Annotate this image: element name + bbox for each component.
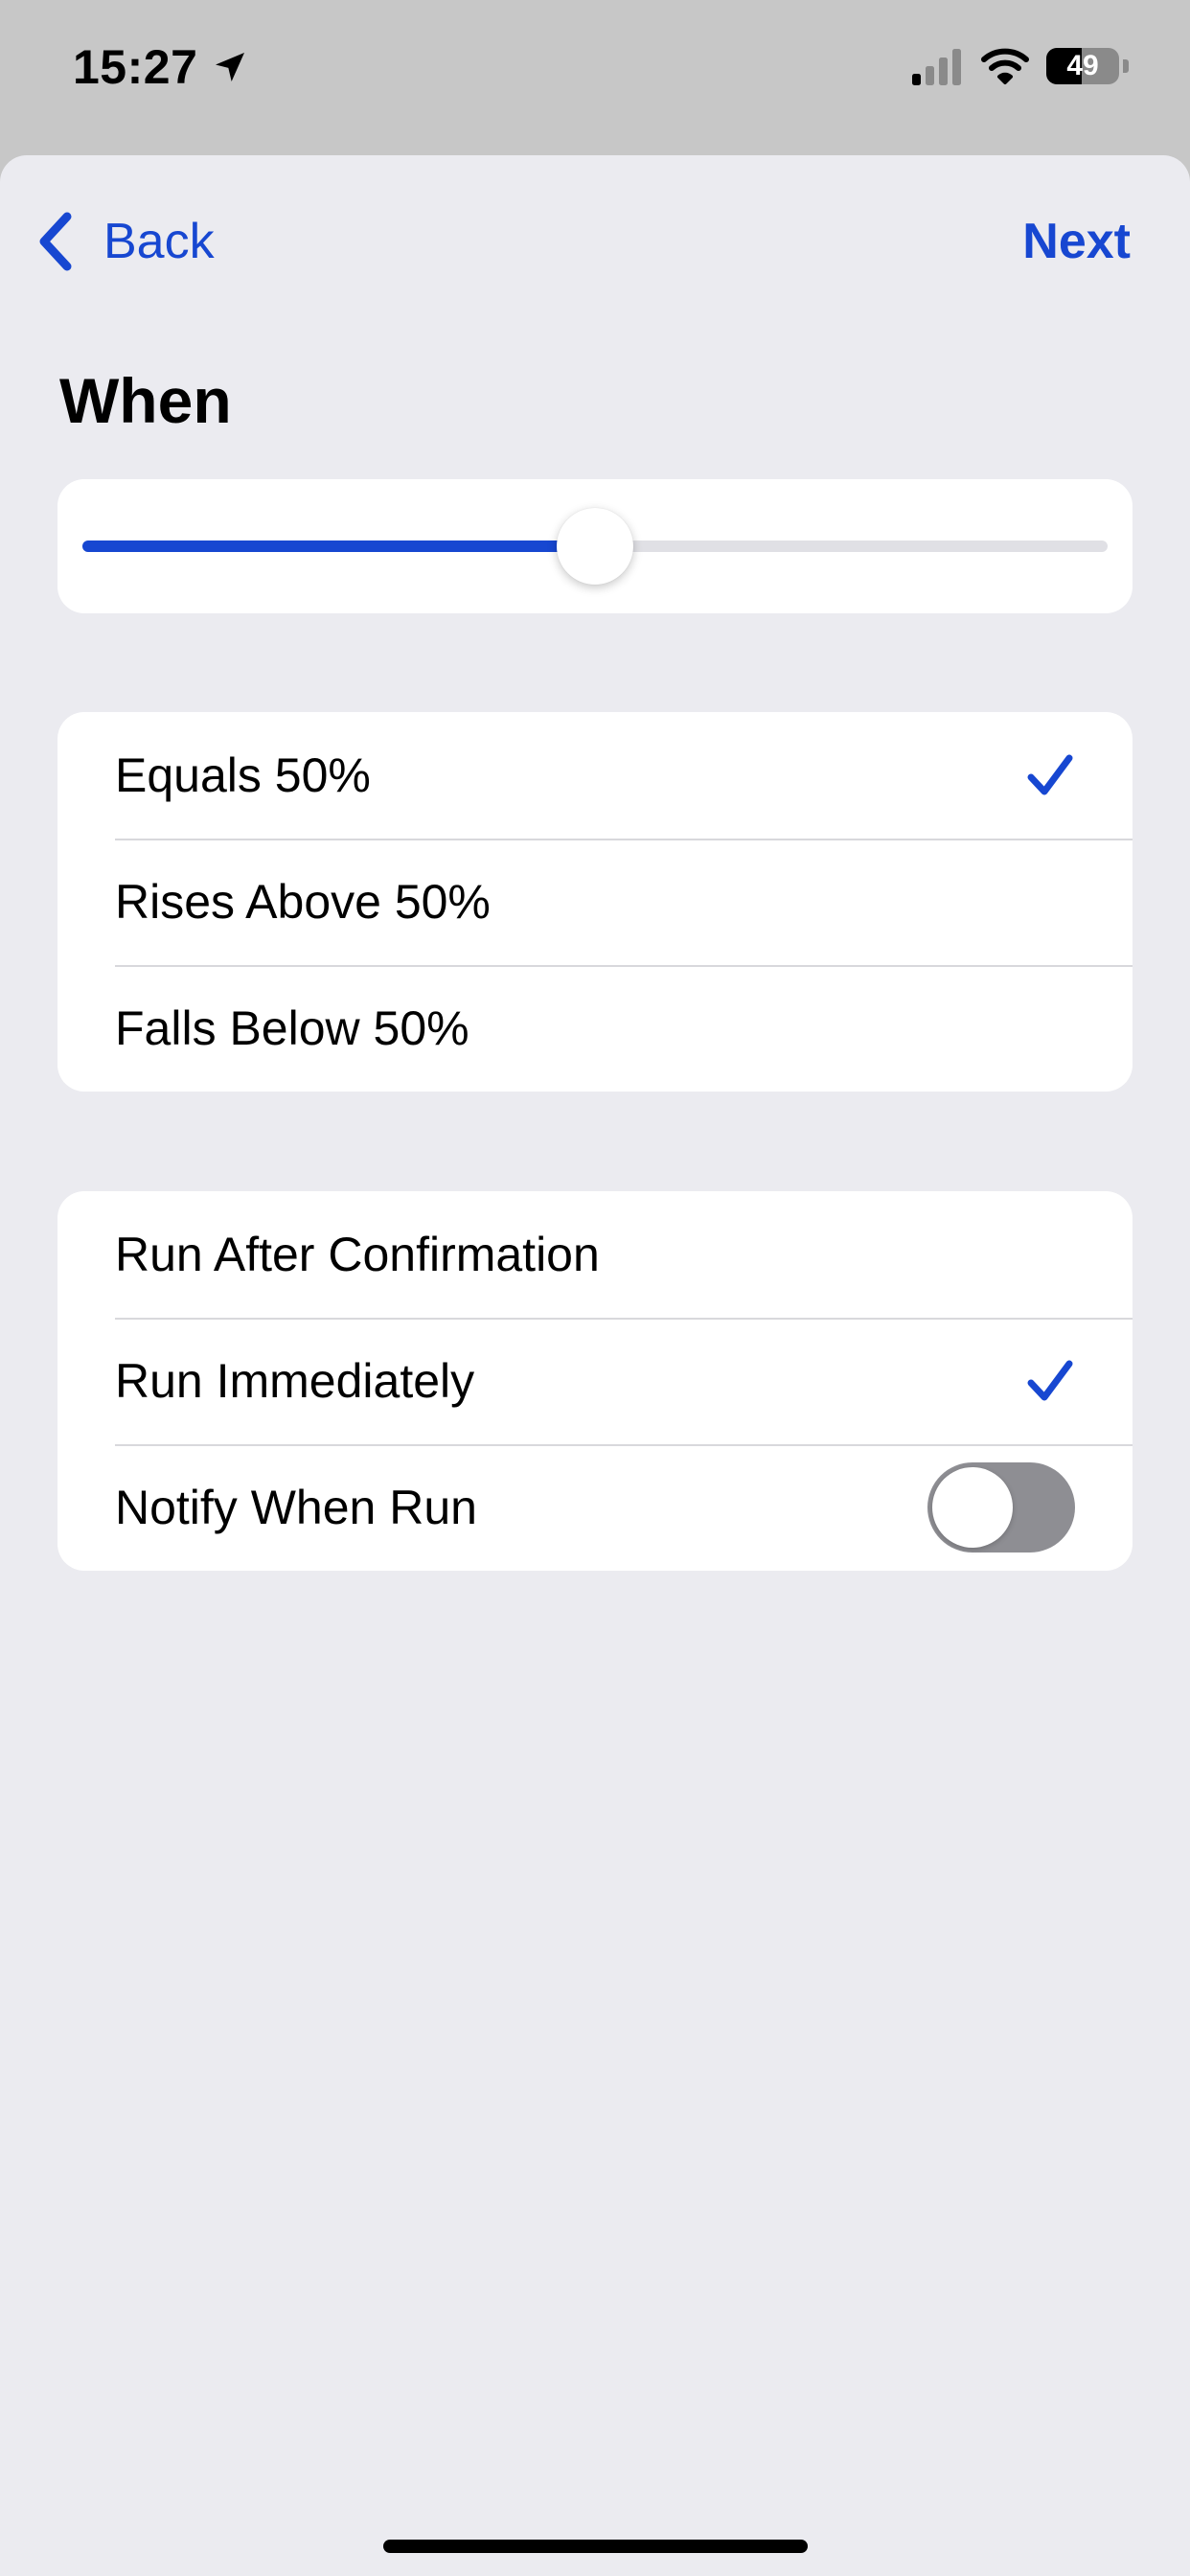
option-label: Rises Above 50%: [115, 875, 491, 929]
option-rises-above[interactable]: Rises Above 50%: [57, 839, 1133, 965]
status-indicators: 49: [910, 42, 1129, 90]
battery-cap: [1123, 59, 1129, 73]
shortcut-trigger-sheet: Back Next When Equals 50% Rises Above 50…: [0, 155, 1190, 2576]
condition-options-list: Equals 50% Rises Above 50% Falls Below 5…: [57, 712, 1133, 1092]
slider-thumb[interactable]: [557, 508, 633, 585]
run-options-list: Run After Confirmation Run Immediately N…: [57, 1191, 1133, 1571]
notify-label: Notify When Run: [115, 1481, 477, 1534]
back-button[interactable]: Back: [36, 203, 215, 280]
wifi-icon: [981, 48, 1029, 84]
notify-when-run-toggle[interactable]: [927, 1462, 1075, 1552]
option-run-immediately[interactable]: Run Immediately: [57, 1318, 1133, 1444]
option-label: Run After Confirmation: [115, 1228, 600, 1281]
checkmark-icon: [1027, 754, 1073, 795]
checkmark-icon: [1027, 1360, 1073, 1401]
cellular-signal-icon: [912, 49, 961, 85]
option-run-after-confirmation[interactable]: Run After Confirmation: [57, 1191, 1133, 1318]
slider-fill: [82, 540, 595, 552]
status-time: 15:27: [73, 40, 198, 94]
home-indicator: [383, 2540, 808, 2553]
option-falls-below[interactable]: Falls Below 50%: [57, 965, 1133, 1092]
option-label: Equals 50%: [115, 748, 371, 802]
option-label: Run Immediately: [115, 1354, 475, 1408]
battery-percent: 49: [1066, 50, 1099, 81]
notify-when-run-row: Notify When Run: [57, 1444, 1133, 1571]
back-label: Back: [103, 214, 215, 269]
status-time-group: 15:27: [73, 38, 249, 96]
section-title: When: [59, 365, 232, 436]
status-bar: 15:27 49: [0, 0, 1190, 155]
battery-level-slider-card: [57, 479, 1133, 613]
chevron-left-icon: [39, 212, 72, 271]
option-equals[interactable]: Equals 50%: [57, 712, 1133, 839]
next-button[interactable]: Next: [1022, 203, 1131, 280]
option-label: Falls Below 50%: [115, 1001, 469, 1055]
battery-icon: 49: [1046, 48, 1119, 84]
battery-level-slider[interactable]: [82, 479, 1108, 613]
location-arrow-icon: [216, 53, 245, 81]
toggle-knob: [932, 1467, 1013, 1548]
